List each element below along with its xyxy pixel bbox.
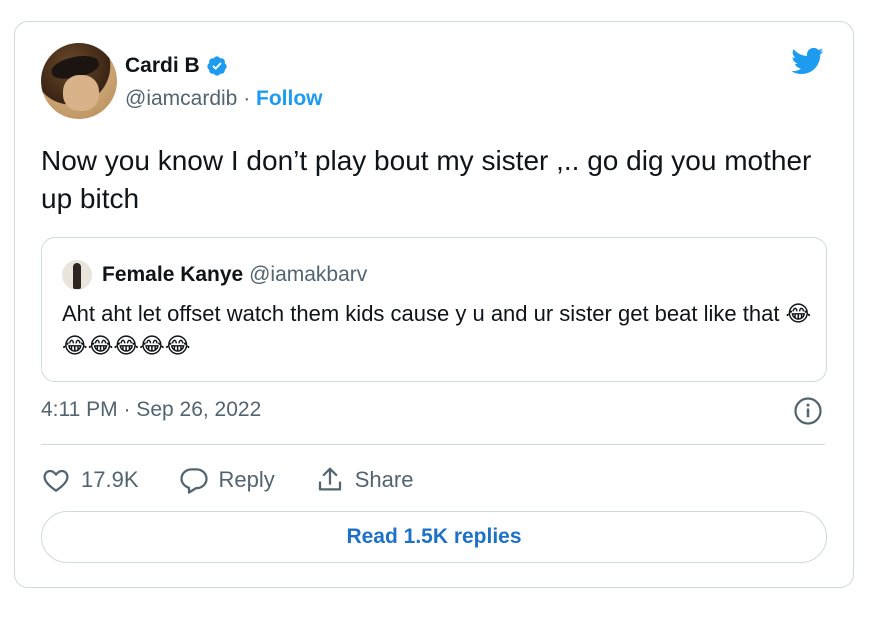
- quoted-tweet[interactable]: Female Kanye @iamakbarv Aht aht let offs…: [41, 237, 827, 382]
- verified-badge-icon: [207, 56, 227, 76]
- twitter-bird-icon[interactable]: [787, 44, 827, 78]
- divider: [41, 444, 825, 445]
- quoted-author-row[interactable]: Female Kanye @iamakbarv: [102, 263, 367, 287]
- heart-icon: [43, 469, 69, 492]
- quoted-author-name[interactable]: Female Kanye: [102, 263, 243, 286]
- tweet-text: Now you know I don’t play bout my sister…: [41, 145, 812, 214]
- follow-button[interactable]: Follow: [256, 87, 323, 110]
- quoted-tweet-text: Aht aht let offset watch them kids cause…: [62, 301, 812, 358]
- handle-row: @iamcardib · Follow: [125, 87, 323, 111]
- like-count: 17.9K: [81, 467, 139, 492]
- tweet-card: Cardi B @iamcardib · Follow Now you know…: [14, 21, 854, 588]
- author-name-row[interactable]: Cardi B: [125, 54, 228, 78]
- author-handle[interactable]: @iamcardib: [125, 87, 237, 110]
- reply-button[interactable]: Reply: [179, 465, 275, 495]
- author-name[interactable]: Cardi B: [125, 54, 200, 78]
- quoted-author-handle[interactable]: @iamakbarv: [249, 263, 367, 286]
- reply-bubble-icon: [179, 468, 208, 494]
- share-label: Share: [354, 467, 414, 492]
- reply-label: Reply: [218, 467, 275, 492]
- tweet-timestamp[interactable]: 4:11 PM · Sep 26, 2022: [41, 398, 261, 422]
- share-icon: [318, 467, 341, 491]
- action-bar: 17.9K Reply Share: [41, 462, 453, 498]
- quoted-author-avatar[interactable]: [62, 260, 92, 290]
- author-avatar[interactable]: [41, 43, 117, 119]
- share-button[interactable]: Share: [315, 465, 414, 495]
- read-replies-button[interactable]: Read 1.5K replies: [41, 511, 827, 563]
- like-button[interactable]: 17.9K: [41, 465, 139, 495]
- separator: ·: [237, 87, 257, 110]
- info-icon[interactable]: [793, 396, 823, 426]
